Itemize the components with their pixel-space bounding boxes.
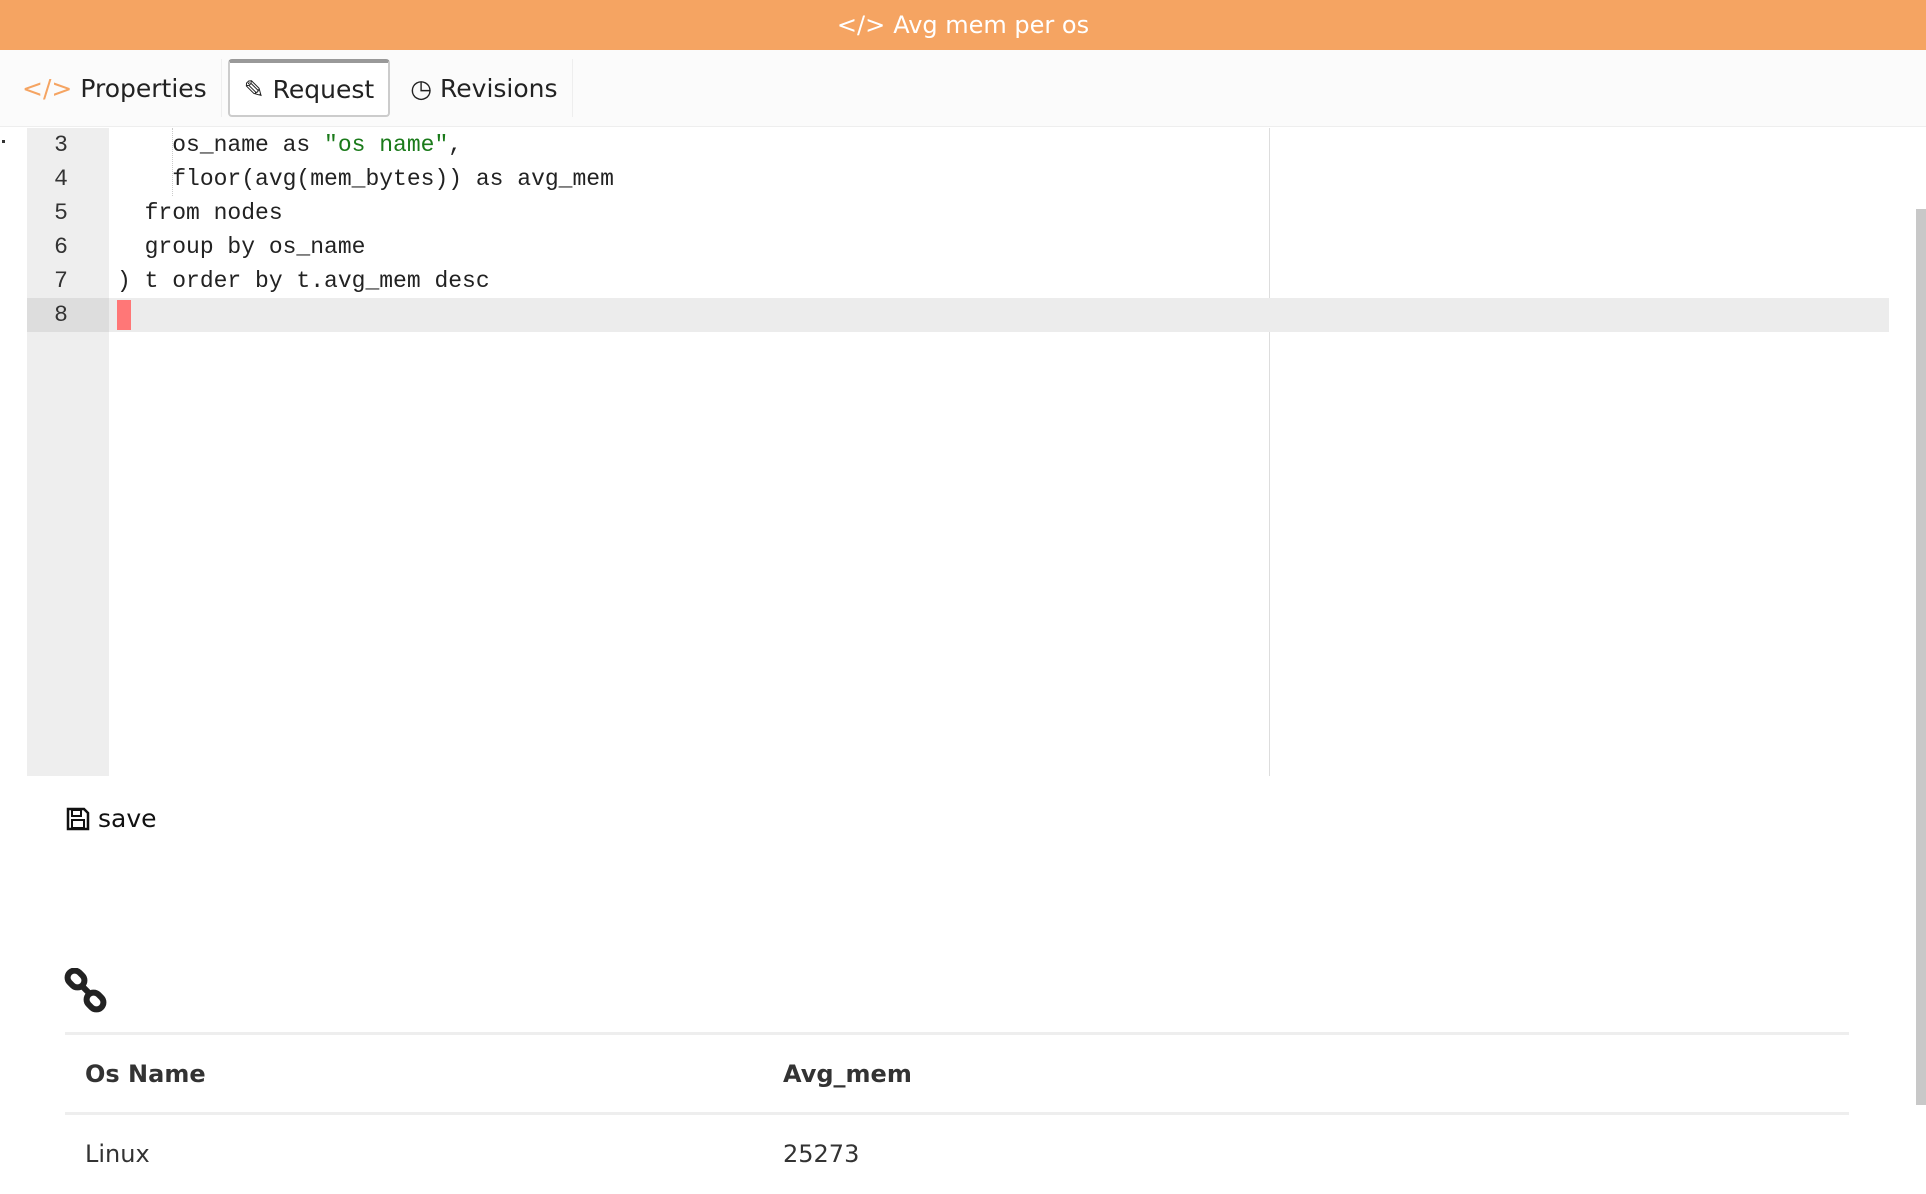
table-cell: 25273 <box>763 1112 1849 1194</box>
results-table: Os Name Avg_mem Linux 25273 <box>65 1032 1849 1194</box>
save-button[interactable]: save <box>66 804 157 833</box>
code-line[interactable]: 6 group by os_name <box>27 230 1889 264</box>
table-cell: Linux <box>65 1112 763 1194</box>
code-icon: </> <box>836 11 886 39</box>
tab-bar: </> Properties ✎ Request ◷ Revisions <box>0 50 1926 127</box>
code-line[interactable]: 4 floor(avg(mem_bytes)) as avg_mem <box>27 162 1889 196</box>
scrollbar[interactable] <box>1916 209 1926 1105</box>
line-number: 4 <box>54 166 68 192</box>
line-number: 6 <box>54 234 68 260</box>
clock-icon: ◷ <box>410 73 433 103</box>
code-icon: </> <box>22 73 73 103</box>
page-title: Avg mem per os <box>893 11 1090 39</box>
code-segment: os_name as <box>117 132 325 158</box>
tab-request[interactable]: ✎ Request <box>227 59 391 117</box>
code-segment: , <box>448 132 463 158</box>
text-cursor <box>117 300 131 330</box>
tab-label: Request <box>272 74 375 104</box>
tab-revisions[interactable]: ◷ Revisions <box>396 59 573 117</box>
title-bar: </> Avg mem per os <box>0 0 1926 50</box>
tab-label: Properties <box>80 73 207 103</box>
column-header: Avg_mem <box>763 1032 1849 1114</box>
tab-label: Revisions <box>440 73 558 103</box>
table-header-row: Os Name Avg_mem <box>65 1032 1849 1114</box>
pencil-icon: ✎ <box>243 74 265 104</box>
code-line-current[interactable]: 8 <box>27 298 1889 332</box>
table-row: Linux 25273 <box>65 1112 1849 1194</box>
code-text: group by os_name <box>117 234 366 260</box>
code-text: floor(avg(mem_bytes)) as avg_mem <box>117 166 614 192</box>
string-literal: "os name" <box>324 132 449 158</box>
line-number: 5 <box>54 200 68 226</box>
link-icon[interactable] <box>64 967 110 1018</box>
code-text: from nodes <box>117 200 283 226</box>
line-number: 8 <box>27 298 109 332</box>
code-text: os_name as "os name", <box>117 128 462 162</box>
save-label: save <box>98 804 157 833</box>
code-line[interactable]: 7 ) t order by t.avg_mem desc <box>27 264 1889 298</box>
code-text: ) t order by t.avg_mem desc <box>117 268 490 294</box>
code-line[interactable]: 3 os_name as "os name", <box>27 128 1889 162</box>
line-number: 7 <box>54 268 68 294</box>
code-line[interactable]: 5 from nodes <box>27 196 1889 230</box>
floppy-disk-icon <box>66 807 90 830</box>
code-editor[interactable]: 3 os_name as "os name", 4 floor(avg(mem_… <box>27 128 1889 776</box>
tab-properties[interactable]: </> Properties <box>8 59 222 117</box>
line-number: 3 <box>54 132 68 158</box>
marker-dot <box>2 140 5 143</box>
column-header: Os Name <box>65 1032 763 1114</box>
